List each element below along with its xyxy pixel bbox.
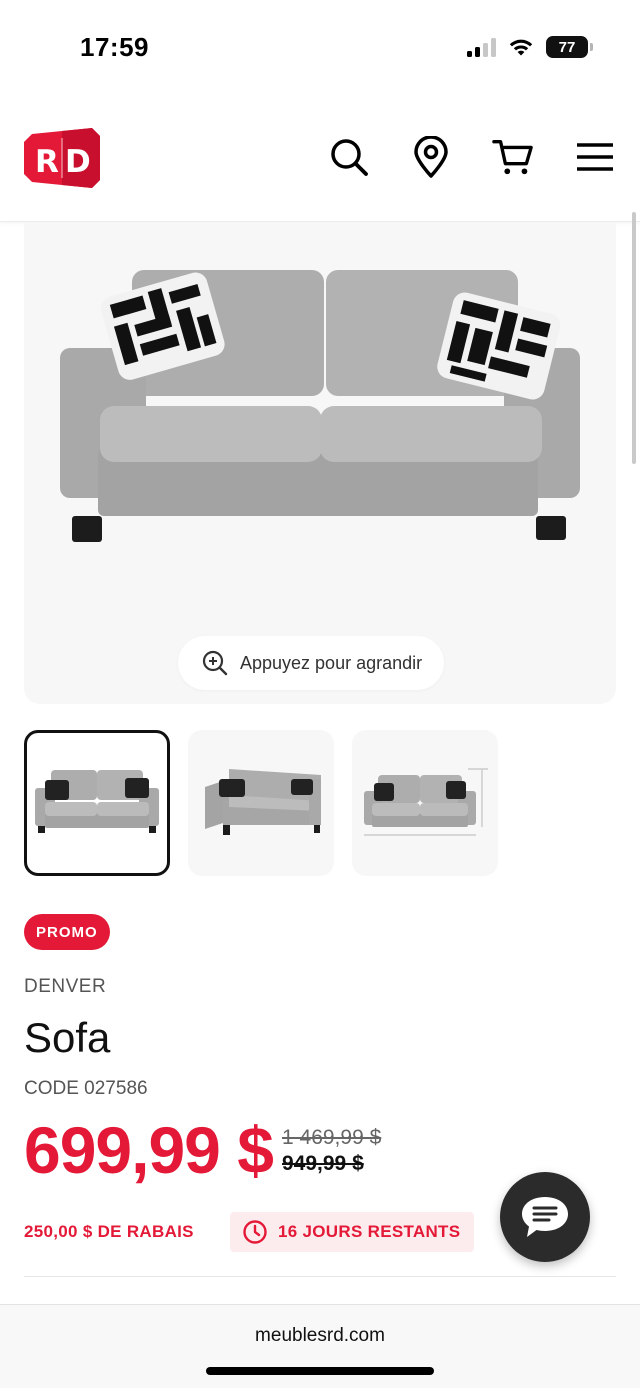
sofa-thumbnail-image (35, 770, 159, 833)
sofa-image (60, 270, 580, 542)
sofa-dimensions-thumbnail-image (364, 768, 488, 836)
status-time: 17:59 (80, 32, 149, 62)
product-title: Sofa (24, 1014, 111, 1061)
zoom-hint-button[interactable]: Appuyez pour agrandir (178, 636, 445, 690)
search-icon (331, 139, 368, 176)
product-code: CODE 027586 (24, 1078, 148, 1099)
thumbnail-strip (24, 730, 498, 876)
thumbnail-front[interactable] (24, 730, 170, 876)
site-header: R D (0, 96, 640, 222)
search-button[interactable] (328, 136, 370, 178)
svg-text:R: R (35, 144, 59, 180)
cart-icon (492, 140, 533, 175)
clock-icon (243, 1220, 267, 1244)
thumbnail-dimensions[interactable] (352, 730, 498, 876)
discount-amount: 250,00 $ DE RABAIS (24, 1222, 194, 1241)
chat-bubble-icon (522, 1197, 568, 1237)
header-actions (328, 136, 616, 178)
zoom-in-icon (202, 650, 228, 676)
section-divider (24, 1276, 616, 1277)
current-price: 699,99 $ (24, 1113, 274, 1187)
countdown-badge: 16 JOURS RESTANTS (230, 1212, 475, 1252)
sofa-angled-thumbnail-image (205, 769, 321, 835)
home-indicator[interactable] (206, 1367, 434, 1375)
location-pin-icon (414, 136, 448, 178)
rd-logo[interactable]: R D (22, 128, 102, 188)
cart-button[interactable] (492, 136, 534, 178)
product-brand: DENVER (24, 976, 107, 997)
thumbnail-angled[interactable] (188, 730, 334, 876)
promo-badge: PROMO (24, 914, 110, 950)
menu-icon (577, 143, 613, 171)
browser-address-bar[interactable]: meublesrd.com (0, 1304, 640, 1388)
svg-text:D: D (65, 144, 91, 180)
original-price: 1 469,99 $ (282, 1126, 382, 1149)
scroll-indicator (632, 212, 636, 464)
wifi-icon (509, 39, 533, 56)
store-locator-button[interactable] (410, 136, 452, 178)
zoom-hint-label: Appuyez pour agrandir (240, 652, 423, 673)
status-bar: 17:59 77 (0, 0, 640, 96)
cellular-signal-icon (467, 37, 496, 57)
status-icons: 77 (467, 36, 593, 58)
previous-price: 949,99 $ (282, 1152, 364, 1175)
url-label[interactable]: meublesrd.com (0, 1325, 640, 1347)
product-main-image[interactable]: Appuyez pour agrandir (24, 222, 616, 704)
chat-button[interactable] (500, 1172, 590, 1262)
battery-icon: 77 (546, 36, 593, 58)
menu-button[interactable] (574, 136, 616, 178)
countdown-label: 16 JOURS RESTANTS (278, 1222, 461, 1241)
